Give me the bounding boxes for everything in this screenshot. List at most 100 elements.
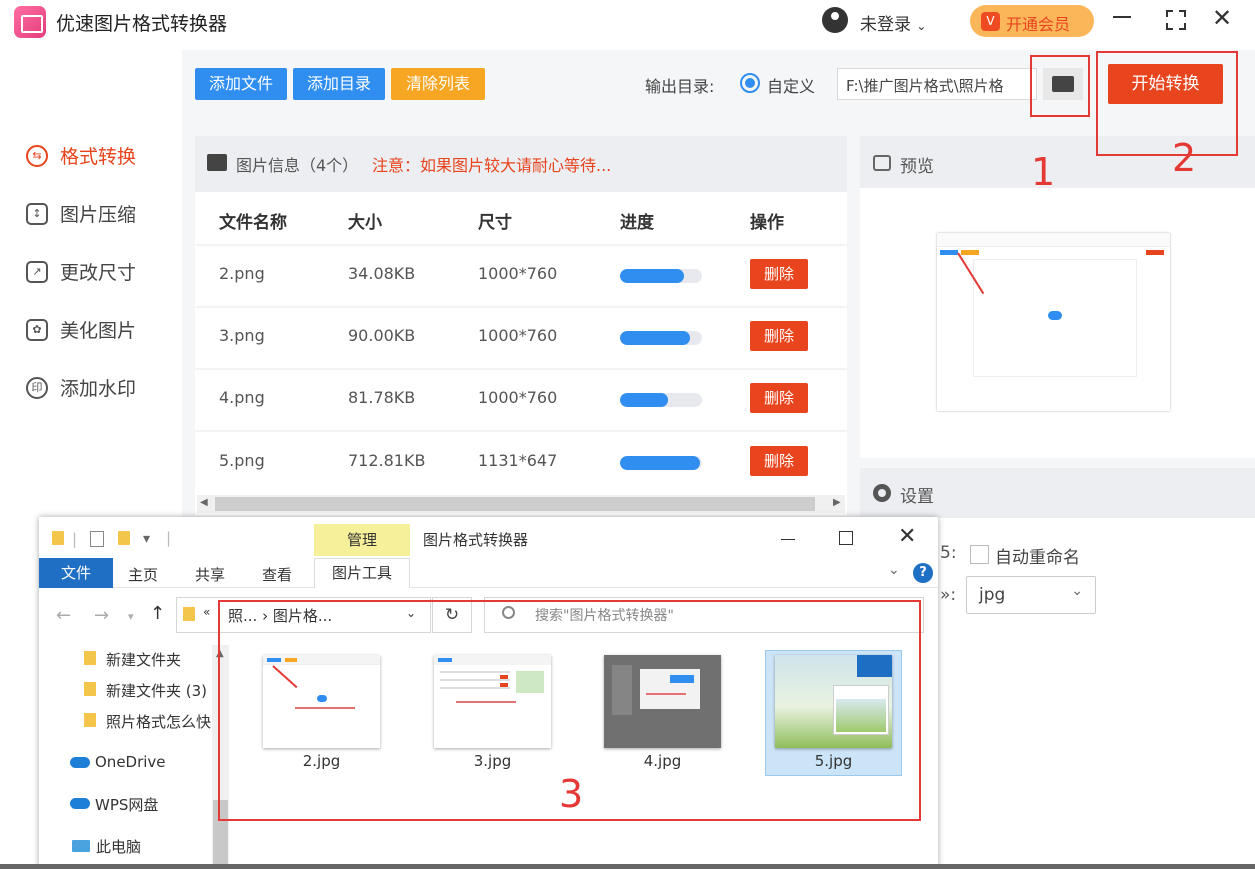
delete-button[interactable]: 删除 bbox=[750, 383, 808, 413]
sidebar-item-compress[interactable]: ↕ 图片压缩 bbox=[26, 200, 166, 230]
file-info-title: 图片信息（4个） bbox=[236, 156, 359, 175]
sidebar-item-label: 更改尺寸 bbox=[60, 262, 137, 284]
close-icon[interactable]: ✕ bbox=[1212, 4, 1232, 32]
column-header-action: 操作 bbox=[750, 213, 784, 233]
sidebar-item-watermark[interactable]: 印 添加水印 bbox=[26, 374, 166, 404]
tab-home[interactable]: 主页 bbox=[128, 564, 158, 585]
maximize-icon[interactable] bbox=[1166, 10, 1186, 30]
format-label-fragment: »: bbox=[940, 585, 957, 605]
sidebar-item-label: 美化图片 bbox=[60, 320, 137, 342]
login-status-label: 未登录 bbox=[860, 15, 911, 35]
new-folder-icon[interactable] bbox=[118, 531, 130, 545]
separator: | bbox=[166, 529, 172, 547]
file-size-cell: 81.78KB bbox=[348, 388, 416, 407]
folder-icon bbox=[183, 607, 195, 621]
file-dim-cell: 1000*760 bbox=[478, 326, 558, 345]
explorer-minimize-icon[interactable] bbox=[781, 539, 795, 540]
nav-item-label: 新建文件夹 bbox=[106, 651, 182, 669]
tab-picture-tools[interactable]: 图片工具 bbox=[314, 558, 410, 588]
tab-file[interactable]: 文件 bbox=[39, 558, 113, 588]
add-file-button[interactable]: 添加文件 bbox=[195, 68, 287, 100]
help-icon[interactable]: ? bbox=[913, 563, 933, 583]
scroll-left-icon[interactable]: ◀ bbox=[200, 497, 208, 508]
app-logo-icon bbox=[14, 6, 46, 38]
nav-item-label: 照片格式怎么快 bbox=[106, 713, 212, 731]
nav-item-folder[interactable]: 新建文件夹 bbox=[84, 649, 181, 670]
scroll-right-icon[interactable]: ▶ bbox=[833, 497, 841, 508]
preview-mini-button bbox=[1146, 250, 1164, 255]
nav-item-onedrive[interactable]: OneDrive bbox=[70, 753, 166, 771]
onedrive-icon bbox=[70, 757, 90, 768]
output-path-input[interactable]: F:\推广图片格式\照片格 bbox=[837, 68, 1037, 100]
delete-button[interactable]: 删除 bbox=[750, 446, 808, 476]
nav-item-label: 新建文件夹 (3) bbox=[106, 682, 208, 700]
custom-radio[interactable] bbox=[740, 73, 760, 93]
explorer-title: 图片格式转换器 bbox=[423, 531, 529, 549]
folder-icon bbox=[52, 531, 64, 545]
output-format-select[interactable]: jpg ⌄ bbox=[966, 576, 1096, 614]
folder-icon bbox=[84, 651, 96, 665]
app-title: 优速图片格式转换器 bbox=[56, 13, 228, 35]
beautify-icon: ✿ bbox=[26, 319, 48, 341]
address-overflow-icon[interactable]: « bbox=[203, 605, 210, 619]
file-size-cell: 712.81KB bbox=[348, 451, 426, 470]
progress-bar bbox=[620, 393, 702, 407]
progress-fill bbox=[620, 269, 684, 283]
clear-list-button[interactable]: 清除列表 bbox=[391, 68, 485, 100]
tab-view[interactable]: 查看 bbox=[262, 564, 292, 585]
tab-share[interactable]: 共享 bbox=[195, 564, 225, 585]
quick-access-dropdown-icon[interactable]: ▾ bbox=[143, 531, 150, 547]
sidebar-item-resize[interactable]: ↗ 更改尺寸 bbox=[26, 258, 166, 288]
output-format-value: jpg bbox=[979, 585, 1006, 605]
exchange-icon: ⇆ bbox=[26, 145, 48, 167]
annotation-box-1 bbox=[1030, 55, 1090, 117]
file-info-note: 注意：如果图片较大请耐心等待... bbox=[372, 156, 612, 175]
chevron-down-icon: ⌄ bbox=[1071, 583, 1083, 599]
auto-rename-label[interactable]: 自动重命名 bbox=[995, 543, 1080, 568]
explorer-close-icon[interactable]: ✕ bbox=[898, 524, 916, 549]
delete-button[interactable]: 删除 bbox=[750, 259, 808, 289]
back-arrow-icon[interactable]: ← bbox=[56, 605, 71, 626]
progress-fill bbox=[620, 393, 668, 407]
scrollbar-thumb[interactable] bbox=[215, 497, 815, 511]
up-arrow-icon[interactable]: ↑ bbox=[150, 603, 165, 624]
manage-tab[interactable]: 管理 bbox=[314, 524, 410, 556]
minimize-icon[interactable] bbox=[1113, 16, 1131, 18]
nav-item-label: OneDrive bbox=[95, 753, 166, 771]
progress-bar bbox=[620, 331, 702, 345]
auto-rename-checkbox[interactable] bbox=[970, 545, 989, 564]
properties-icon[interactable] bbox=[90, 531, 104, 547]
progress-bar bbox=[620, 456, 702, 470]
column-header-name: 文件名称 bbox=[219, 213, 287, 233]
annotation-box-2 bbox=[1096, 51, 1238, 156]
delete-button[interactable]: 删除 bbox=[750, 321, 808, 351]
ribbon-expand-icon[interactable]: ⌄ bbox=[888, 562, 900, 578]
folder-icon bbox=[84, 682, 96, 696]
explorer-maximize-icon[interactable] bbox=[839, 531, 853, 545]
file-name-cell: 5.png bbox=[219, 451, 265, 470]
nav-item-this-pc[interactable]: 此电脑 bbox=[72, 836, 141, 857]
file-name-cell: 4.png bbox=[219, 388, 265, 407]
nav-item-label: WPS网盘 bbox=[95, 796, 159, 814]
preview-icon bbox=[873, 155, 891, 171]
separator: | bbox=[72, 530, 78, 548]
sidebar-item-format-convert[interactable]: ⇆ 格式转换 bbox=[26, 142, 166, 172]
chevron-down-icon: ⌄ bbox=[916, 19, 927, 33]
recent-locations-icon[interactable]: ▾ bbox=[128, 610, 134, 623]
user-avatar-icon[interactable] bbox=[822, 7, 848, 33]
rename-label-fragment: 5: bbox=[940, 543, 957, 563]
sidebar-item-beautify[interactable]: ✿ 美化图片 bbox=[26, 316, 166, 346]
sidebar-item-label: 添加水印 bbox=[60, 378, 137, 400]
file-size-cell: 90.00KB bbox=[348, 326, 416, 345]
nav-item-wps[interactable]: WPS网盘 bbox=[70, 794, 158, 815]
watermark-icon: 印 bbox=[26, 377, 48, 399]
image-icon bbox=[207, 154, 227, 171]
gear-icon bbox=[873, 484, 891, 502]
explorer-ribbon bbox=[39, 558, 938, 588]
forward-arrow-icon[interactable]: → bbox=[94, 605, 109, 626]
nav-item-folder[interactable]: 照片格式怎么快 bbox=[84, 711, 212, 732]
custom-radio-label[interactable]: 自定义 bbox=[767, 73, 815, 97]
add-directory-button[interactable]: 添加目录 bbox=[293, 68, 385, 100]
login-status[interactable]: 未登录 ⌄ bbox=[860, 10, 926, 35]
nav-item-folder[interactable]: 新建文件夹 (3) bbox=[84, 680, 207, 701]
